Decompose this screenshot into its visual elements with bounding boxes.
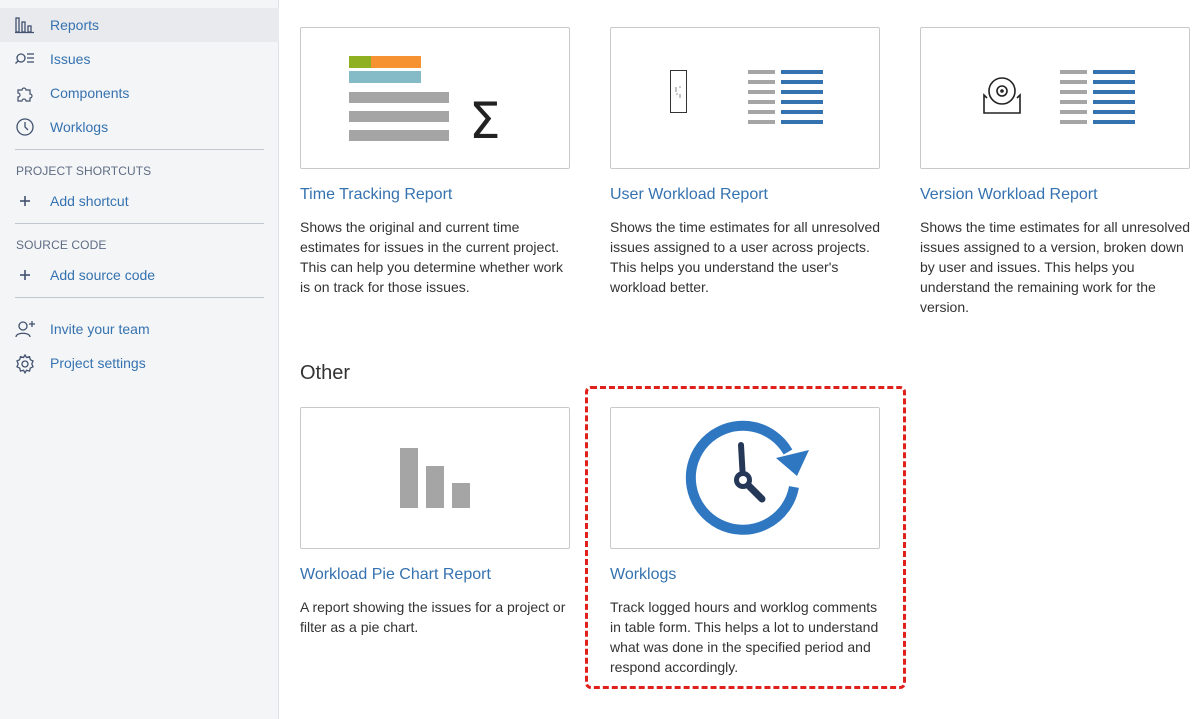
- plus-icon: [15, 192, 35, 210]
- sidebar-item-reports[interactable]: Reports: [0, 8, 279, 42]
- sidebar-item-label: Worklogs: [50, 119, 109, 135]
- worklog-clock-icon: [685, 420, 809, 535]
- sidebar-item-label: Issues: [50, 51, 91, 67]
- card-title[interactable]: Version Workload Report: [920, 186, 1098, 204]
- card-description: Shows the time estimates for all unresol…: [610, 219, 881, 295]
- time-tracking-illustration: Σ: [349, 56, 501, 150]
- invite-team-button[interactable]: Invite your team: [0, 312, 279, 346]
- card-title[interactable]: Time Tracking Report: [300, 186, 452, 204]
- add-source-code-label: Add source code: [50, 267, 156, 283]
- card-description: Shows the original and current time esti…: [300, 219, 564, 295]
- card-description: Track logged hours and worklog comments …: [610, 599, 879, 675]
- add-source-code-button[interactable]: Add source code: [0, 258, 279, 292]
- gear-icon: [15, 354, 35, 374]
- user-workload-illustration: [670, 70, 823, 124]
- sidebar-divider: [15, 149, 264, 150]
- other-section-heading: Other: [300, 362, 351, 384]
- bar-chart-icon: [400, 448, 470, 508]
- sidebar-item-components[interactable]: Components: [0, 76, 279, 110]
- sidebar-divider: [15, 223, 264, 224]
- sidebar-divider: [15, 297, 264, 298]
- add-shortcut-button[interactable]: Add shortcut: [0, 184, 279, 218]
- card-description: A report showing the issues for a projec…: [300, 599, 566, 635]
- clock-icon: [15, 118, 35, 136]
- add-shortcut-label: Add shortcut: [50, 193, 129, 209]
- project-settings-label: Project settings: [50, 355, 146, 371]
- card-title[interactable]: Worklogs: [610, 566, 676, 584]
- project-sidebar: Reports Issues Components Worklogs PROJE…: [0, 0, 279, 719]
- reports-icon: [15, 16, 35, 34]
- sidebar-item-label: Components: [50, 85, 130, 101]
- plus-icon: [15, 266, 35, 284]
- project-settings-button[interactable]: Project settings: [0, 346, 279, 380]
- issues-icon: [15, 50, 35, 68]
- card-title[interactable]: User Workload Report: [610, 186, 768, 204]
- project-shortcuts-heading: PROJECT SHORTCUTS: [16, 164, 152, 178]
- card-description: Shows the time estimates for all unresol…: [920, 219, 1191, 315]
- sidebar-item-issues[interactable]: Issues: [0, 42, 279, 76]
- user-workload-thumbnail[interactable]: [610, 27, 880, 169]
- invite-team-label: Invite your team: [50, 321, 150, 337]
- workload-pie-chart-thumbnail[interactable]: [300, 407, 570, 549]
- worklogs-thumbnail[interactable]: [610, 407, 880, 549]
- sidebar-item-worklogs[interactable]: Worklogs: [0, 110, 279, 144]
- components-icon: [15, 84, 35, 102]
- time-tracking-thumbnail[interactable]: Σ: [300, 27, 570, 169]
- sidebar-item-label: Reports: [50, 17, 100, 33]
- svg-text:Σ: Σ: [469, 92, 501, 150]
- source-code-heading: SOURCE CODE: [16, 238, 107, 252]
- card-title[interactable]: Workload Pie Chart Report: [300, 566, 491, 584]
- add-user-icon: [15, 320, 35, 338]
- reports-content: Σ Time Tracking Report Shows the origina…: [280, 0, 1202, 719]
- version-workload-illustration: [983, 70, 1135, 124]
- version-workload-thumbnail[interactable]: [920, 27, 1190, 169]
